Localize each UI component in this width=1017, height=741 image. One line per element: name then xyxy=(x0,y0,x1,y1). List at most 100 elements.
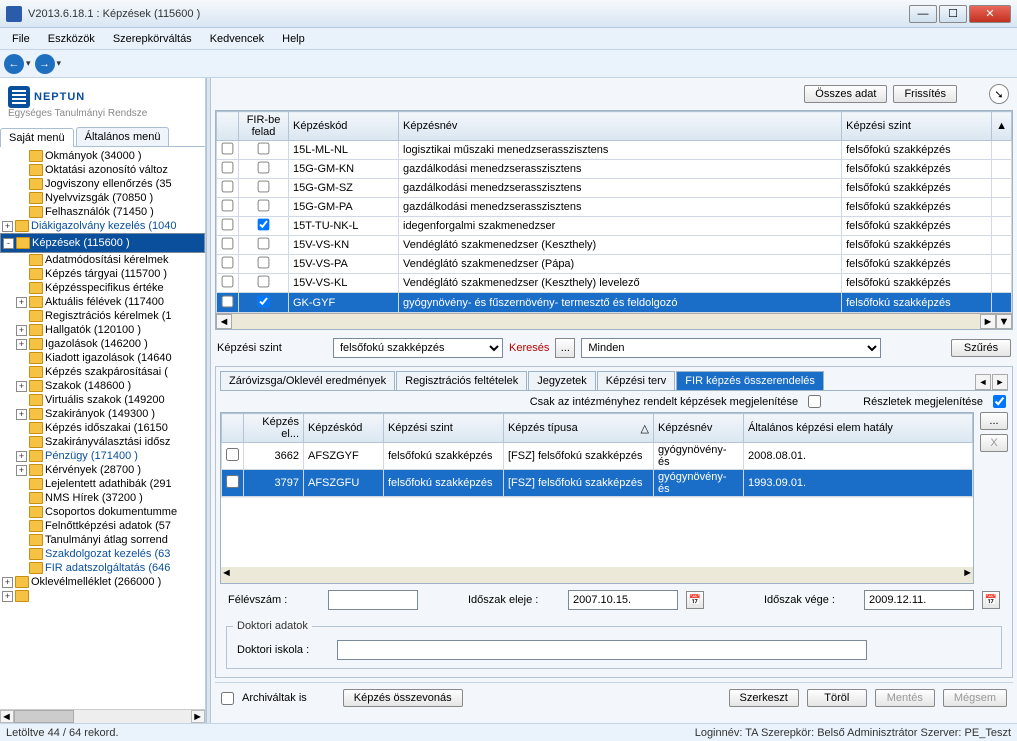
window-maximize[interactable]: ☐ xyxy=(939,5,967,23)
row-check[interactable] xyxy=(222,162,234,174)
g2-col-tipus[interactable]: Képzés típusa △ xyxy=(504,414,654,443)
window-minimize[interactable]: — xyxy=(909,5,937,23)
table-row[interactable]: 15V-VS-PAVendéglátó szakmenedzser (Pápa)… xyxy=(217,255,1012,274)
tree-item[interactable]: Szakirányválasztási idősz xyxy=(0,435,205,449)
search-link[interactable]: Keresés xyxy=(509,342,549,354)
tree-expander-icon[interactable]: + xyxy=(16,381,27,392)
btn-remove[interactable]: X xyxy=(980,434,1008,452)
grid-scroll-left-icon[interactable]: ◄ xyxy=(216,314,232,329)
tree-item[interactable]: +Szakok (148600 ) xyxy=(0,379,205,393)
tree-expander-icon[interactable]: + xyxy=(16,451,27,462)
date-picker-icon[interactable]: 📅 xyxy=(982,591,1000,609)
table-row[interactable]: 15G-GM-KNgazdálkodási menedzserassziszte… xyxy=(217,160,1012,179)
tree-expander-icon[interactable]: + xyxy=(16,465,27,476)
tree-item[interactable]: +Aktuális félévek (117400 xyxy=(0,295,205,309)
input-ido-eleje[interactable] xyxy=(568,590,678,610)
btn-all-data[interactable]: Összes adat xyxy=(804,85,887,103)
tree-item[interactable]: Képzés szakpárosításai ( xyxy=(0,365,205,379)
tree-item[interactable]: Regisztrációs kérelmek (1 xyxy=(0,309,205,323)
btn-lookup[interactable]: ... xyxy=(980,412,1008,430)
table-row[interactable]: 15L-ML-NLlogisztikai műszaki menedzseras… xyxy=(217,141,1012,160)
subtab-regisztracio[interactable]: Regisztrációs feltételek xyxy=(396,371,527,390)
row-check[interactable] xyxy=(222,181,234,193)
filter-level-select[interactable]: felsőfokú szakképzés xyxy=(333,338,503,358)
col-kod[interactable]: Képzéskód xyxy=(289,112,399,141)
tree-item[interactable]: Szakdolgozat kezelés (63 xyxy=(0,547,205,561)
table-row[interactable]: 15G-GM-PAgazdálkodási menedzserassziszte… xyxy=(217,198,1012,217)
row-fir-check[interactable] xyxy=(258,181,270,193)
row-fir-check[interactable] xyxy=(258,276,270,288)
chk-details[interactable] xyxy=(993,395,1006,408)
menu-file[interactable]: File xyxy=(4,31,38,47)
nav-forward-icon[interactable]: → xyxy=(35,54,55,74)
tree-expander-icon[interactable]: + xyxy=(16,409,27,420)
col-check[interactable] xyxy=(217,112,239,141)
subtab-jegyzetek[interactable]: Jegyzetek xyxy=(528,371,596,390)
row-fir-check[interactable] xyxy=(258,162,270,174)
tree-expander-icon[interactable]: + xyxy=(2,221,13,232)
subtab-zarovizsga[interactable]: Záróvizsga/Oklevél eredmények xyxy=(220,371,395,390)
menu-help[interactable]: Help xyxy=(274,31,313,47)
table-row[interactable]: 3662AFSZGYFfelsőfokú szakképzés[FSZ] fel… xyxy=(222,443,973,470)
btn-edit[interactable]: Szerkeszt xyxy=(729,689,799,707)
tree-item[interactable]: Oktatási azonosító változ xyxy=(0,163,205,177)
row-check[interactable] xyxy=(226,475,239,488)
btn-refresh[interactable]: Frissítés xyxy=(893,85,957,103)
tree-item[interactable]: +Oklevélmelléklet (266000 ) xyxy=(0,575,205,589)
input-ido-vege[interactable] xyxy=(864,590,974,610)
tree-expander-icon[interactable]: + xyxy=(2,577,13,588)
row-fir-check[interactable] xyxy=(258,200,270,212)
input-felevszam[interactable] xyxy=(328,590,418,610)
tree-expander-icon[interactable]: + xyxy=(16,325,27,336)
tree-item[interactable]: Virtuális szakok (149200 xyxy=(0,393,205,407)
subtab-fir[interactable]: FIR képzés összerendelés xyxy=(676,371,824,390)
table-row[interactable]: 15G-GM-SZgazdálkodási menedzserassziszte… xyxy=(217,179,1012,198)
nav-back-dropdown-icon[interactable]: ▾ xyxy=(26,58,31,69)
nav-forward-dropdown-icon[interactable]: ▾ xyxy=(57,58,62,69)
row-fir-check[interactable] xyxy=(258,238,270,250)
table-row[interactable]: 15V-VS-KNVendéglátó szakmenedzser (Keszt… xyxy=(217,236,1012,255)
row-check[interactable] xyxy=(222,143,234,155)
g2-scroll-right-icon[interactable]: ► xyxy=(962,567,973,583)
table-row[interactable]: 15V-VS-KLVendéglátó szakmenedzser (Keszt… xyxy=(217,274,1012,293)
table-row[interactable]: GK-GYFgyógynövény- és fűszernövény- term… xyxy=(217,293,1012,313)
tree-expander-icon[interactable]: + xyxy=(16,339,27,350)
tree-item[interactable]: FIR adatszolgáltatás (646 xyxy=(0,561,205,575)
scroll-right-icon[interactable]: ► xyxy=(191,710,205,723)
g2-scroll-left-icon[interactable]: ◄ xyxy=(221,567,232,583)
tree-item[interactable]: +Igazolások (146200 ) xyxy=(0,337,205,351)
input-doktori-iskola[interactable] xyxy=(337,640,867,660)
row-check[interactable] xyxy=(222,219,234,231)
scroll-thumb[interactable] xyxy=(14,710,74,723)
col-scroll-up[interactable]: ▲ xyxy=(992,112,1012,141)
menu-rolechange[interactable]: Szerepkörváltás xyxy=(105,31,200,47)
nav-back-icon[interactable]: ← xyxy=(4,54,24,74)
grid-hscroll[interactable]: ◄ ► ▼ xyxy=(216,313,1012,329)
tree-item[interactable]: + xyxy=(0,589,205,603)
tab-general-menu[interactable]: Általános menü xyxy=(76,127,170,146)
row-check[interactable] xyxy=(222,200,234,212)
g2-col-check[interactable] xyxy=(222,414,244,443)
tree-item[interactable]: +Kérvények (28700 ) xyxy=(0,463,205,477)
col-fir[interactable]: FIR-be felad xyxy=(239,112,289,141)
menu-tools[interactable]: Eszközök xyxy=(40,31,103,47)
search-more-button[interactable]: ... xyxy=(555,338,575,358)
btn-merge[interactable]: Képzés összevonás xyxy=(343,689,463,707)
g2-col-kod[interactable]: Képzéskód xyxy=(304,414,384,443)
g2-col-el[interactable]: Képzés el... xyxy=(244,414,304,443)
tree-item[interactable]: Lejelentett adathibák (291 xyxy=(0,477,205,491)
tree-expander-icon[interactable]: - xyxy=(3,238,14,249)
scroll-left-icon[interactable]: ◄ xyxy=(0,710,14,723)
tree-item[interactable]: +Pénzügy (171400 ) xyxy=(0,449,205,463)
tree-item[interactable]: Képzés időszakai (16150 xyxy=(0,421,205,435)
tab-scroll-right-icon[interactable]: ► xyxy=(992,374,1008,390)
menu-favorites[interactable]: Kedvencek xyxy=(202,31,272,47)
tree-item[interactable]: Okmányok (34000 ) xyxy=(0,149,205,163)
col-nev[interactable]: Képzésnév xyxy=(399,112,842,141)
tree-item[interactable]: Tanulmányi átlag sorrend xyxy=(0,533,205,547)
row-check[interactable] xyxy=(226,448,239,461)
tree-item[interactable]: Felhasználók (71450 ) xyxy=(0,205,205,219)
row-check[interactable] xyxy=(222,257,234,269)
g2-col-szint[interactable]: Képzési szint xyxy=(384,414,504,443)
row-fir-check[interactable] xyxy=(258,295,270,307)
